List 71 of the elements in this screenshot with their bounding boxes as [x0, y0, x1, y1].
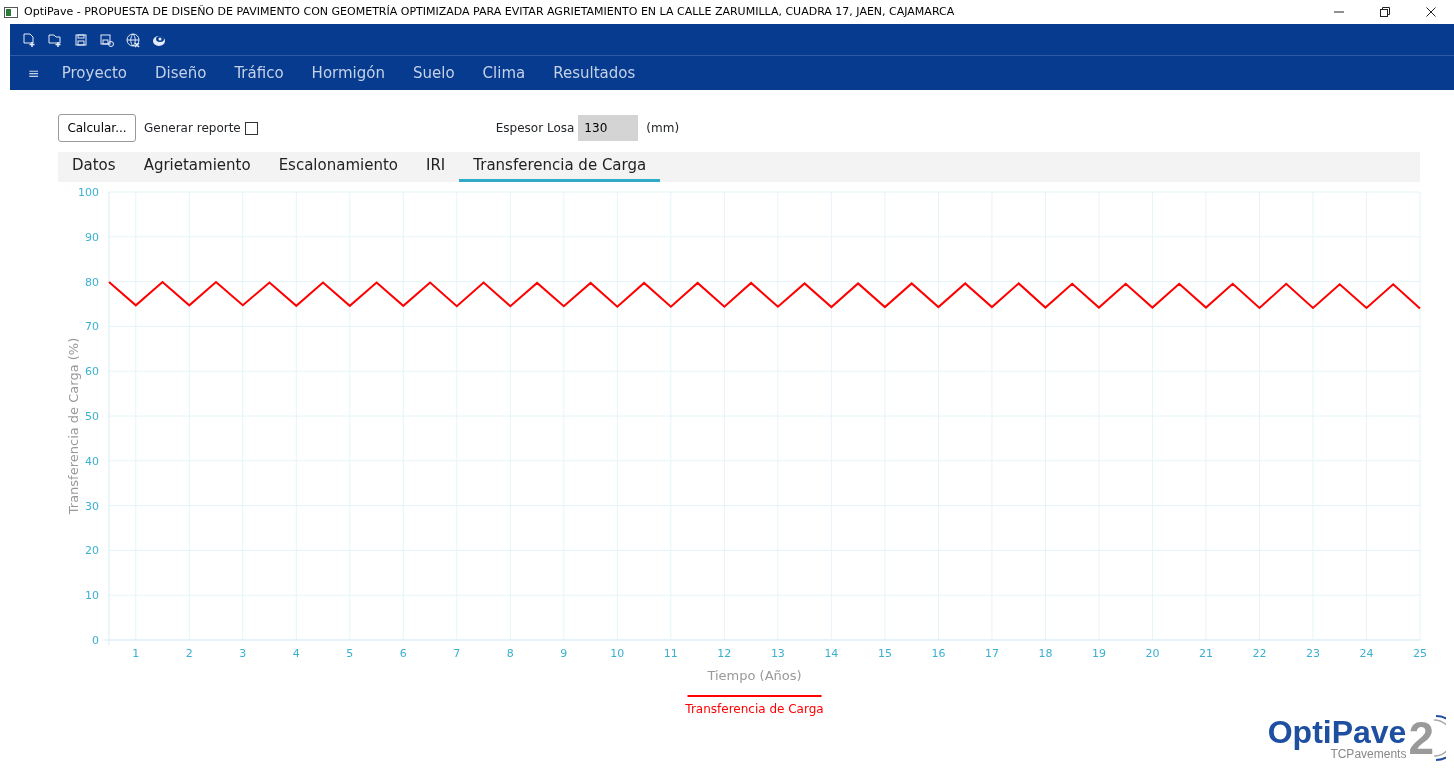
axis-tick-label: 4	[292, 647, 300, 660]
tab[interactable]: Transferencia de Carga	[459, 152, 661, 182]
save-as-icon[interactable]	[99, 31, 115, 48]
axis-tick-label: 23	[1306, 647, 1320, 660]
tab[interactable]: IRI	[412, 152, 460, 182]
axis-tick-label: 8	[506, 647, 514, 660]
thickness-field[interactable]: 130	[578, 115, 639, 141]
app-icon	[4, 6, 18, 18]
tab[interactable]: Escalonamiento	[264, 152, 412, 182]
axis-tick-label: 90	[85, 230, 99, 244]
axis-tick-label: 22	[1252, 647, 1267, 660]
axis-tick-label: 13	[770, 647, 785, 660]
unit-label: (mm)	[646, 120, 680, 137]
calculate-button[interactable]: Calcular...	[58, 114, 136, 142]
axis-tick-label: 6	[399, 647, 407, 660]
save-icon[interactable]	[73, 31, 89, 48]
axis-tick-label: 5	[346, 647, 354, 660]
menu-item[interactable]: Suelo	[398, 61, 469, 85]
axis-tick-label: 80	[85, 275, 99, 289]
page-plus-icon[interactable]	[47, 31, 63, 48]
axis-tick-label: 0	[92, 634, 99, 647]
axis-tick-label: 70	[85, 320, 99, 334]
axis-tick-label: 24	[1359, 647, 1374, 660]
axis-tick-label: 20	[85, 544, 99, 558]
axis-tick-label: 12	[717, 647, 732, 660]
axis-tick-label: 21	[1198, 647, 1213, 660]
tab[interactable]: Agrietamiento	[129, 152, 265, 182]
axis-tick-label: 20	[1145, 647, 1160, 660]
axis-tick-label: 50	[85, 410, 99, 423]
axis-tick-label: 30	[85, 499, 99, 513]
report-checkbox[interactable]	[244, 121, 258, 135]
menu-item[interactable]: Resultados	[539, 61, 650, 85]
axis-tick-label: 100	[78, 186, 99, 199]
axis-tick-label: 10	[610, 647, 625, 660]
axis-tick-label: 9	[560, 647, 568, 660]
field-label: Espesor Losa	[495, 120, 575, 137]
axis-tick-label: 19	[1091, 647, 1106, 660]
axis-tick-label: 10	[85, 589, 99, 603]
axis-tick-label: 40	[85, 454, 99, 468]
axis-tick-label: 60	[85, 365, 99, 379]
axis-tick-label: 7	[453, 647, 461, 660]
restore-icon[interactable]	[1380, 7, 1390, 17]
menu-item[interactable]: Clima	[468, 61, 540, 85]
logo-text: OptiPave	[1267, 716, 1407, 748]
axis-tick-label: 16	[931, 647, 946, 660]
menu-item[interactable]: Diseño	[140, 61, 221, 85]
axis-tick-label: 25	[1413, 647, 1427, 660]
window-title: OptiPave - PROPUESTA DE DISEÑO DE PAVIMENTO CON GEOMETRÍA OPTIMIZADA PARA EVITAR AGRIETAMIENTO EN LA CALLE ZARUMILLA, CUADRA 17, JAEN, CAJAMARCA	[24, 3, 955, 20]
axis-tick-label: 14	[824, 647, 839, 660]
arc-icon	[1434, 714, 1446, 762]
close-icon[interactable]	[1426, 7, 1436, 17]
legend-label: Transferencia de Carga	[685, 702, 824, 716]
axis-tick-label: 3	[239, 647, 247, 660]
checkbox-label: Generar reporte	[144, 120, 241, 137]
axis-tick-label: 15	[877, 647, 892, 660]
axis-tick-label: 17	[984, 647, 999, 660]
menu-item[interactable]: Hormigón	[297, 61, 399, 85]
axis-tick-label: 18	[1038, 647, 1053, 660]
axis-tick-label: 2	[185, 647, 193, 660]
tab[interactable]: Datos	[58, 152, 130, 182]
globe-icon[interactable]	[125, 31, 141, 48]
logo-number: 2	[1408, 715, 1434, 761]
axis-tick-label: 1	[132, 647, 140, 660]
page-plus-icon[interactable]	[21, 31, 37, 48]
axis-title: Tiempo (Años)	[707, 668, 802, 683]
menu-button[interactable]: ≡	[20, 62, 48, 84]
menu-item[interactable]: Proyecto	[47, 61, 141, 85]
menu-item[interactable]: Tráfico	[220, 61, 298, 85]
logo-subtitle: TCPavements	[1330, 748, 1407, 760]
axis-tick-label: 11	[663, 647, 678, 660]
axis-title: Transferencia de Carga (%)	[66, 337, 81, 515]
